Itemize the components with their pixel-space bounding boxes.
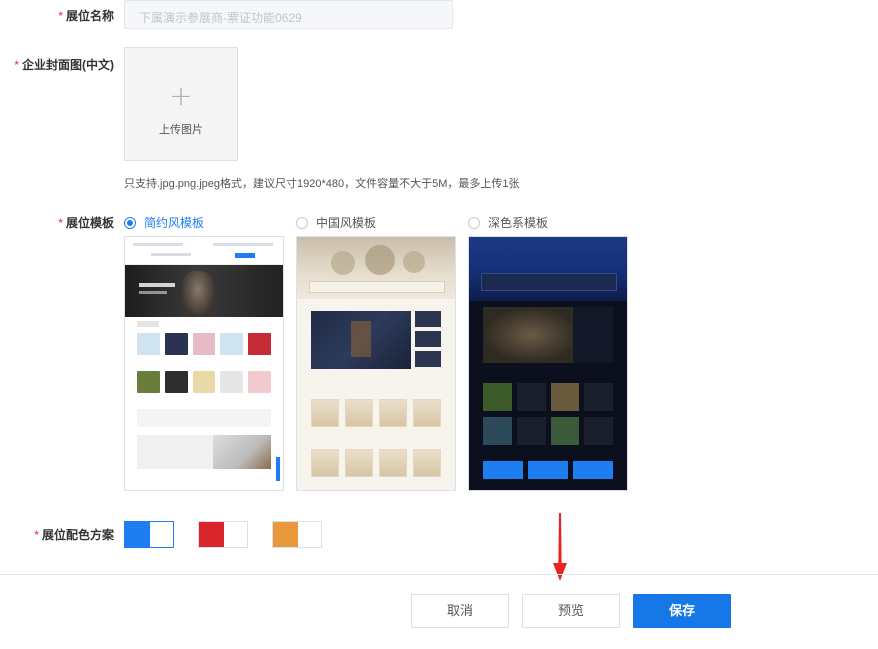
cover-image-label: * 企业封面图(中文) [0,56,114,73]
footer-divider [0,574,878,575]
template-preview-simple[interactable] [124,236,284,491]
preview-product-grid [125,355,283,393]
required-mark: * [58,216,63,230]
template-label: * 展位模板 [0,214,114,231]
booth-name-label: * 展位名称 [0,7,114,24]
radio-checked-icon [124,216,136,229]
required-mark: * [58,9,63,23]
preview-header [125,237,283,265]
preview-product-grid [469,363,627,411]
template-preview-dark[interactable] [468,236,628,491]
preview-info-cards [469,445,627,479]
preview-hero-image [469,237,627,301]
required-mark: * [14,58,19,72]
required-mark: * [34,528,39,542]
radio-unchecked-icon [468,216,480,229]
preview-product-grid [469,411,627,445]
preview-hero-image [297,237,455,299]
color-swatch-blue[interactable] [124,521,174,548]
upload-image-text: 上传图片 [159,124,203,136]
preview-feature-image [311,311,441,369]
template-label-text: 展位模板 [65,216,114,230]
cover-image-label-text: 企业封面图(中文) [22,58,114,72]
preview-button[interactable]: 预览 [522,594,620,628]
preview-product-grid [125,327,283,355]
preview-product-grid [297,369,455,427]
template-option-label: 简约风模板 [144,216,205,230]
preview-feature-image [483,307,613,363]
plus-icon: + [169,79,193,112]
save-button[interactable]: 保存 [633,594,731,628]
swatch-color [273,522,298,547]
preview-hero-image [125,265,283,317]
color-scheme-label-text: 展位配色方案 [41,528,114,542]
color-swatch-orange[interactable] [272,521,322,548]
swatch-white [224,522,247,547]
template-radio-simple[interactable]: 简约风模板 [124,214,204,231]
upload-image-button[interactable]: + 上传图片 [124,47,238,161]
radio-unchecked-icon [296,216,308,229]
swatch-color [199,522,224,547]
swatch-white [150,522,173,547]
template-radio-chinese[interactable]: 中国风模板 [296,214,376,231]
template-option-label: 中国风模板 [316,216,377,230]
template-preview-chinese[interactable] [296,236,456,491]
template-option-label: 深色系模板 [488,216,549,230]
booth-name-input[interactable]: 下属演示参展商-票证功能0629 [124,0,453,29]
booth-name-row: * 展位名称 下属演示参展商-票证功能0629 [0,0,878,29]
color-swatch-red[interactable] [198,521,248,548]
template-radio-dark[interactable]: 深色系模板 [468,214,548,231]
swatch-white [298,522,321,547]
annotation-arrow-icon [553,513,567,581]
preview-product-grid [297,427,455,477]
cancel-button[interactable]: 取消 [411,594,509,628]
booth-name-label-text: 展位名称 [65,9,114,23]
swatch-color [125,522,150,547]
color-scheme-label: * 展位配色方案 [0,526,114,543]
upload-hint: 只支持.jpg.png.jpeg格式，建议尺寸1920*480，文件容量不大于5… [124,178,520,190]
